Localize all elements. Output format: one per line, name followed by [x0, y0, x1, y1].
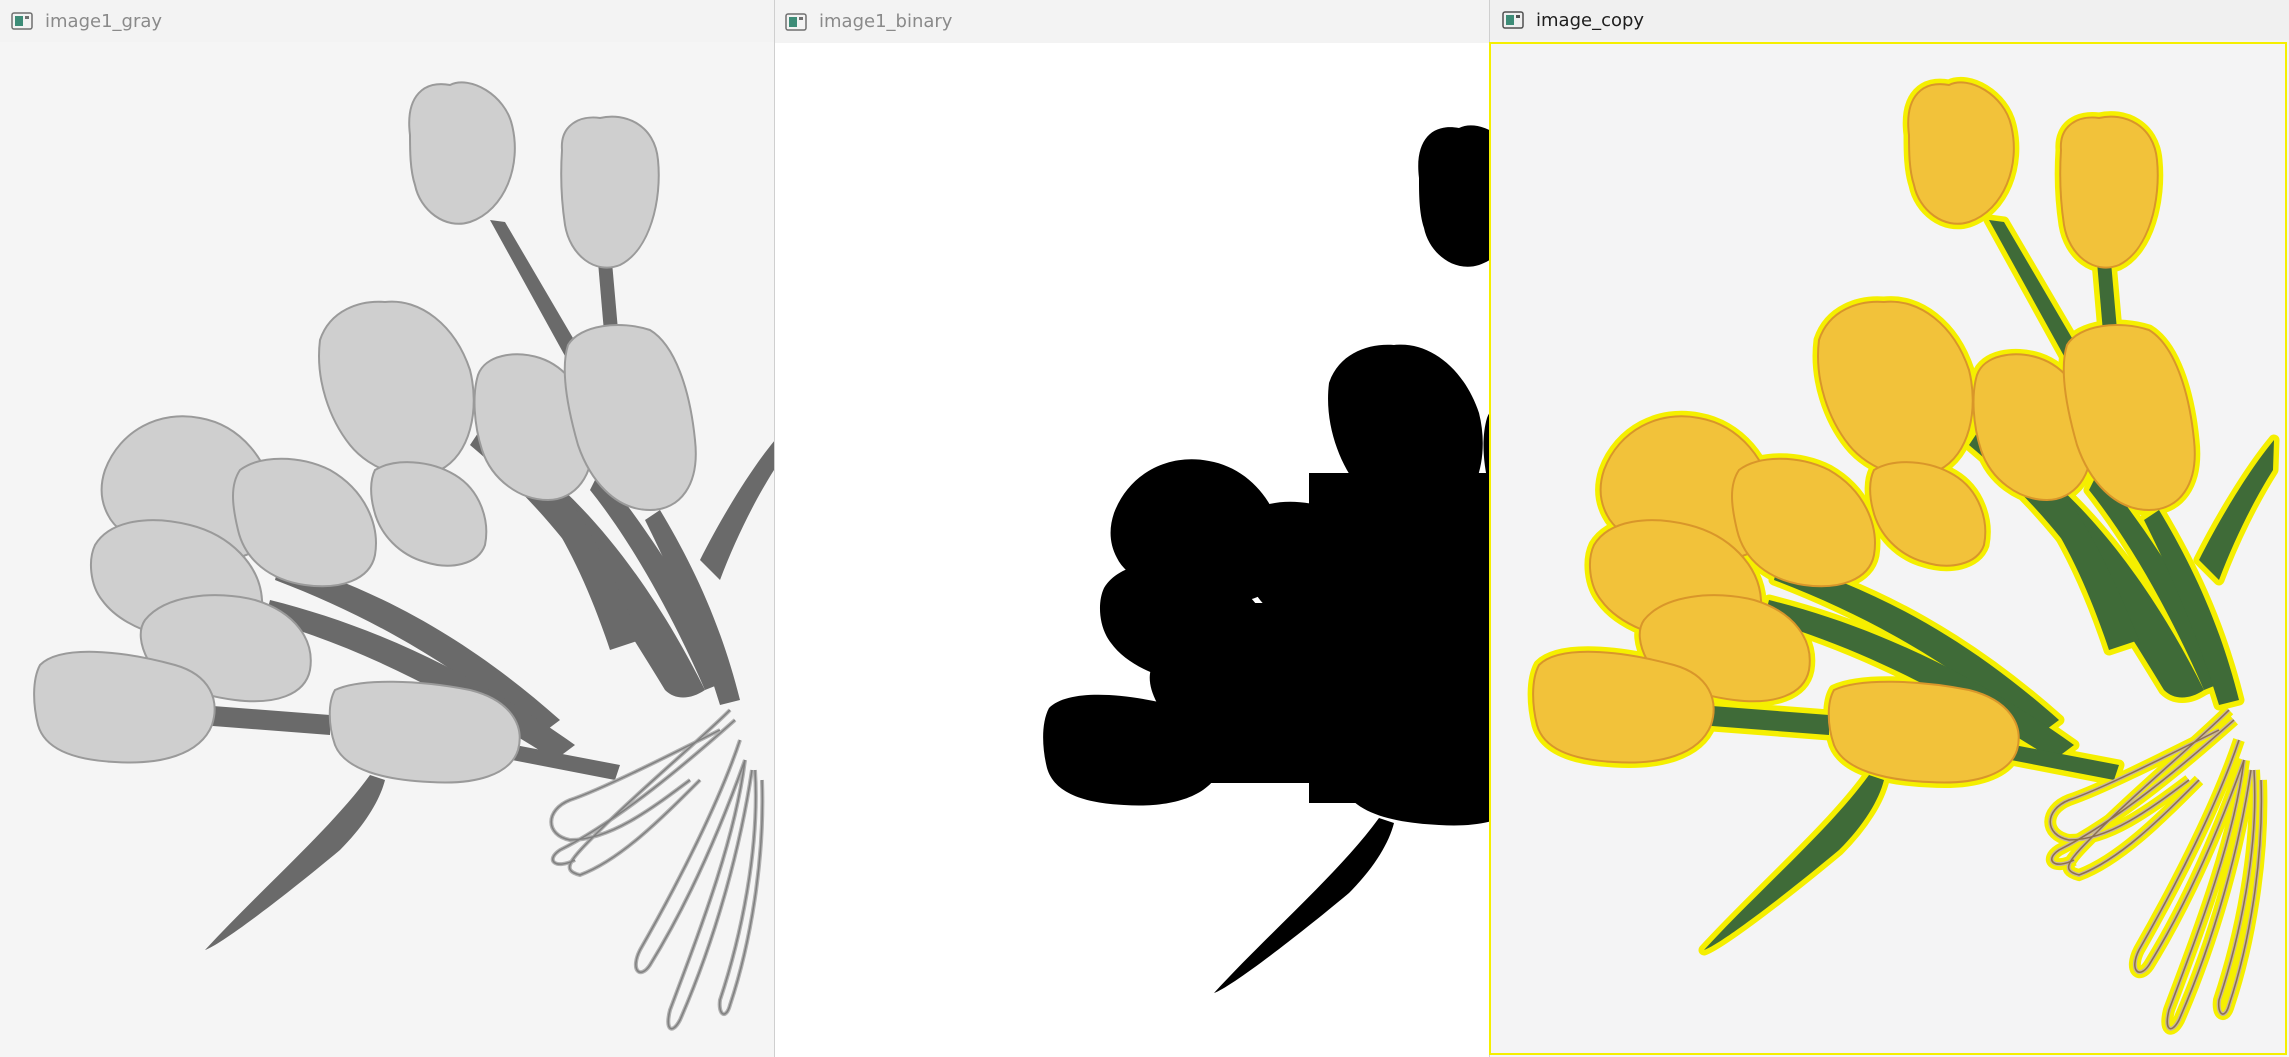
image-window-icon — [1502, 11, 1524, 29]
contoured-tulips-image — [1489, 40, 2289, 1057]
image-window-icon — [785, 12, 807, 31]
gray-image-window[interactable]: image1_gray — [0, 0, 774, 1057]
window-title: image_copy — [1536, 9, 1645, 31]
window-title: image1_gray — [45, 10, 163, 32]
binary-image-window[interactable]: image1_binary — [774, 0, 1489, 1057]
gray-tulips-image — [33, 81, 774, 1031]
window-title: image1_binary — [819, 11, 953, 32]
gray-window-titlebar[interactable]: image1_gray — [0, 0, 774, 42]
copy-image-window[interactable]: image_copy — [1489, 0, 2289, 1057]
binary-window-titlebar[interactable]: image1_binary — [774, 0, 1489, 43]
window-divider — [1489, 0, 1490, 1057]
image-window-icon — [11, 12, 33, 30]
binary-image-canvas — [774, 43, 1489, 1057]
binary-tulips-image — [1043, 125, 1489, 993]
gray-image-canvas — [0, 42, 774, 1057]
window-divider — [774, 0, 775, 1057]
copy-window-titlebar[interactable]: image_copy — [1489, 0, 2289, 40]
copy-image-canvas — [1489, 40, 2289, 1057]
